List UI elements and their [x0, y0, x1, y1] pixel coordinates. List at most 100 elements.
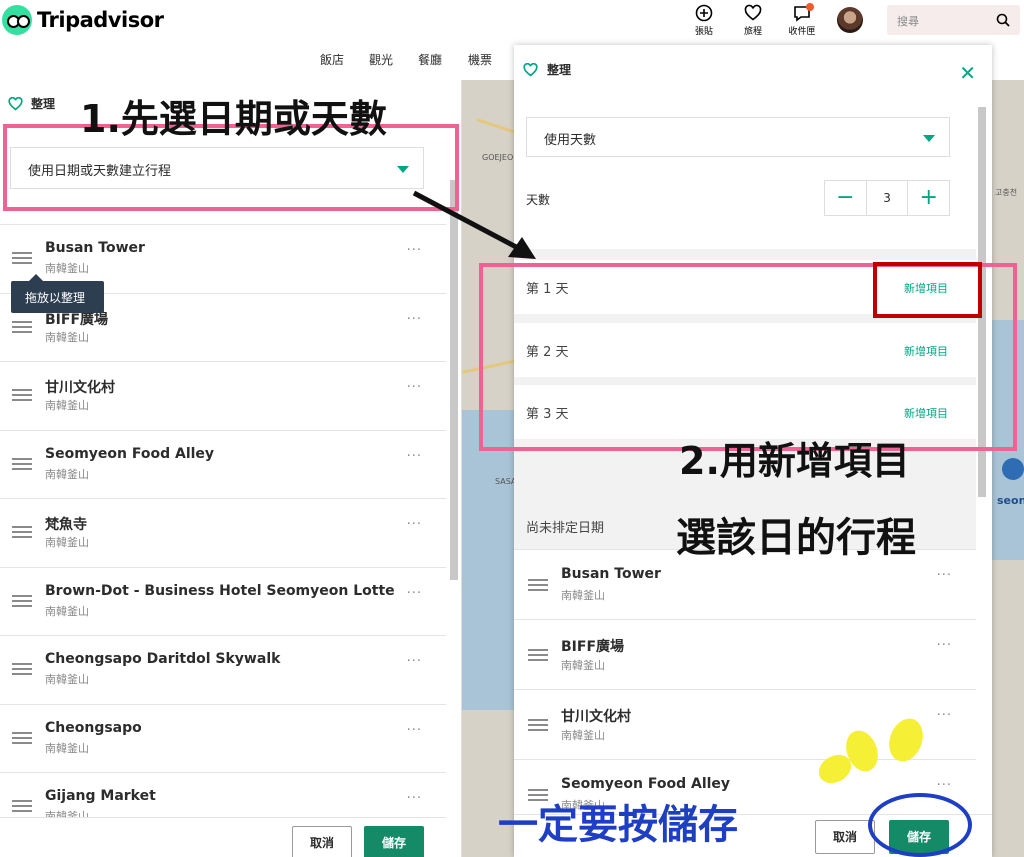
more-icon[interactable]: ··· [937, 778, 952, 793]
map-pin-icon[interactable] [1002, 458, 1024, 480]
heart-icon [523, 62, 538, 76]
drag-handle-icon[interactable] [12, 663, 32, 675]
drag-handle-icon[interactable] [12, 457, 32, 470]
days-stepper[interactable]: − 3 + [824, 180, 950, 216]
item-name: Cheongsapo Daritdol Skywalk [45, 651, 281, 667]
list-item[interactable]: 梵魚寺南韓釜山 ··· [0, 498, 446, 567]
search-icon [996, 13, 1010, 27]
more-icon[interactable]: ··· [407, 791, 422, 806]
modal-title: 整理 [547, 63, 572, 77]
item-location: 南韓釜山 [561, 589, 605, 602]
annotation-ellipse-save [868, 793, 972, 857]
drag-handle-icon[interactable] [12, 731, 32, 744]
post-label: 張貼 [694, 27, 713, 37]
item-name: Seomyeon Food Alley [45, 445, 215, 462]
mode-select[interactable]: 使用天數 [526, 117, 950, 157]
drag-handle-icon[interactable] [12, 594, 32, 607]
modal-header: 整理 [523, 61, 571, 78]
unscheduled-list: Busan Tower 南韓釜山 ··· BIFF廣場 南韓釜山 ··· 甘川文化村 南韓… [514, 549, 976, 814]
close-icon[interactable]: ✕ [959, 63, 976, 83]
annotation-arrow-icon [412, 190, 536, 259]
drag-handle-icon[interactable] [528, 649, 548, 661]
nav-restaurants[interactable]: 餐廳 [418, 51, 442, 68]
drag-handle-icon[interactable] [12, 389, 32, 401]
trips-label: 旅程 [743, 27, 762, 37]
item-location: 南韓釜山 [45, 741, 89, 755]
item-location: 南韓釜山 [45, 536, 89, 549]
day-settings: 使用天數 天數 − 3 + [514, 97, 976, 249]
drag-handle-icon[interactable] [528, 579, 548, 591]
list-item[interactable]: Brown-Dot - Business Hotel Seomyeon Lott… [0, 566, 446, 635]
drag-handle-icon[interactable] [12, 252, 32, 264]
item-name: Brown-Dot - Business Hotel Seomyeon Lott… [45, 582, 395, 599]
top-header: Tripadvisor 張貼 旅程 收件匣 搜尋 [0, 0, 1024, 45]
item-location: 南韓釜山 [45, 604, 89, 618]
list-item[interactable]: BIFF廣場 南韓釜山 ··· [514, 619, 976, 689]
search-input[interactable]: 搜尋 [887, 5, 1020, 35]
unscheduled-heading: 尚未排定日期 [526, 521, 605, 536]
days-value[interactable]: 3 [865, 181, 909, 215]
nav-attractions[interactable]: 觀光 [369, 51, 393, 68]
more-icon[interactable]: ··· [937, 568, 952, 583]
item-name: 甘川文化村 [45, 380, 115, 396]
list-item[interactable]: Seomyeon Food Alley 南韓釜山 ··· [0, 429, 446, 498]
nav-flights[interactable]: 機票 [468, 51, 492, 68]
cancel-button[interactable]: 取消 [815, 820, 875, 854]
notification-badge [806, 3, 814, 11]
item-location: 南韓釜山 [561, 659, 605, 672]
panel-footer: 取消 儲存 [0, 817, 446, 857]
item-location: 南韓釜山 [45, 399, 89, 412]
item-name: 梵魚寺 [45, 517, 87, 533]
annotation-step2-line1: 2.用新增項目 [679, 439, 910, 483]
item-location: 南韓釜山 [45, 262, 89, 275]
avatar[interactable] [837, 7, 863, 33]
nav-hotels[interactable]: 飯店 [320, 51, 344, 68]
item-location: 南韓釜山 [45, 673, 89, 686]
map-label: 고충천 [995, 188, 1018, 197]
post-button[interactable]: 張貼 [684, 4, 724, 37]
map-label: GOEJEO [482, 153, 514, 162]
drag-handle-icon[interactable] [528, 719, 548, 731]
more-icon[interactable]: ··· [407, 380, 422, 395]
tripadvisor-logo[interactable]: Tripadvisor [2, 4, 164, 36]
more-icon[interactable]: ··· [407, 449, 422, 464]
drag-handle-icon[interactable] [12, 320, 32, 333]
inbox-button[interactable]: 收件匣 [782, 3, 822, 37]
heart-icon [8, 96, 23, 110]
list-item[interactable]: Cheongsapo 南韓釜山 ··· [0, 703, 446, 772]
inbox-label: 收件匣 [788, 27, 816, 37]
search-placeholder: 搜尋 [897, 15, 919, 28]
item-name: 甘川文化村 [561, 709, 631, 725]
more-icon[interactable]: ··· [937, 638, 952, 653]
annotation-must-save: 一定要按儲存 [498, 802, 738, 848]
panel-title: 整理 [31, 97, 56, 111]
more-icon[interactable]: ··· [407, 723, 422, 738]
list-item[interactable]: 甘川文化村南韓釜山 ··· [0, 361, 446, 430]
more-icon[interactable]: ··· [407, 312, 422, 327]
item-name: Busan Tower [561, 566, 661, 582]
item-name: Busan Tower [45, 240, 145, 256]
drag-handle-icon[interactable] [12, 526, 32, 538]
minus-button[interactable]: − [825, 181, 866, 215]
more-icon[interactable]: ··· [937, 708, 952, 723]
more-icon[interactable]: ··· [407, 586, 422, 601]
annotation-box-add-item [873, 262, 982, 318]
item-location: 南韓釜山 [561, 729, 605, 742]
plus-circle-icon [695, 4, 713, 22]
map-label: seon [997, 494, 1024, 507]
item-location: 南韓釜山 [45, 330, 89, 344]
plus-button[interactable]: + [908, 181, 949, 215]
annotation-step1: 1.先選日期或天數 [80, 97, 387, 141]
item-name: Cheongsapo [45, 719, 142, 736]
more-icon[interactable]: ··· [407, 517, 422, 532]
drag-handle-icon[interactable] [12, 800, 32, 812]
more-icon[interactable]: ··· [407, 654, 422, 669]
trips-button[interactable]: 旅程 [733, 4, 773, 37]
list-item[interactable]: Cheongsapo Daritdol Skywalk 南韓釜山 ··· [0, 635, 446, 704]
heart-icon [744, 4, 762, 21]
owl-logo-icon [2, 5, 32, 35]
annotation-step2-line2: 選該日的行程 [676, 515, 916, 561]
save-button[interactable]: 儲存 [364, 826, 424, 857]
cancel-button[interactable]: 取消 [292, 826, 352, 857]
item-name: Seomyeon Food Alley [561, 776, 731, 792]
